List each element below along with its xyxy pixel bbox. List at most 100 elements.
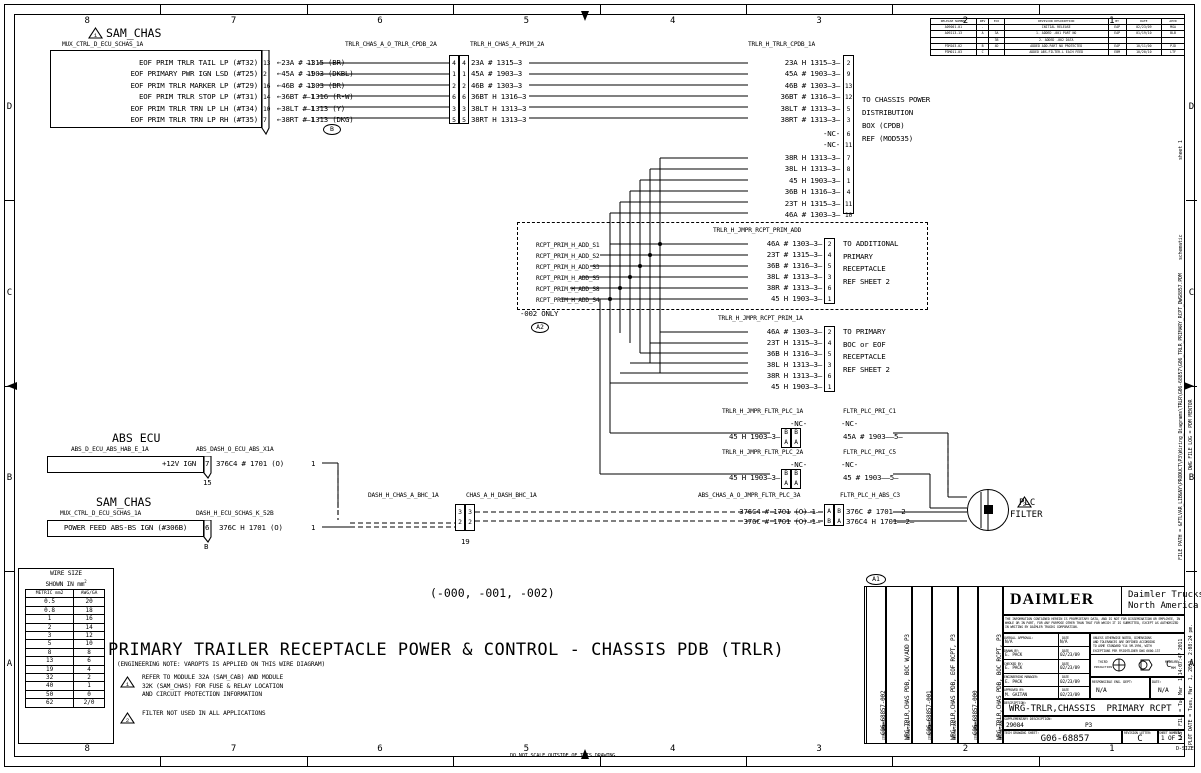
plc-label-right: FLTR_PLC_PRI_C1: [843, 408, 896, 415]
sam-chas-bot-signal: POWER FEED ABS-BS IGN (#306B): [63, 523, 188, 532]
plc-label-left: TRLR_H_JMPR_FLTR_PLC_2A: [722, 449, 804, 456]
mid-conn-pin-right: 4: [462, 59, 466, 67]
sam-chas-top-conn-tab-icon: [261, 50, 270, 136]
rcpt-prim-pin: 1: [827, 383, 832, 391]
sam-chas-top-conn-label: MUX_CTRL_D_ECU_SCHAS_1A: [62, 41, 144, 48]
zone-tick-bottom: [453, 757, 455, 767]
sam-chas-top-signal: EOF PRIM TRLR TAIL LP (#T32): [139, 58, 258, 67]
revision-cell: EBM: [1107, 48, 1127, 57]
cpdb-note: TO CHASSIS POWER DISTRIBUTION BOX (CPDB) RE…: [862, 95, 930, 144]
sam-chas-top-term-num: —1: [306, 80, 315, 90]
rcpt-add-wire: 38R # 1313—3—: [766, 283, 822, 292]
sam-chas-top-term-num: —1: [306, 92, 315, 102]
cpdb-wire: 23A H 1315—3—: [784, 58, 840, 67]
cpdb-pin-bottom: 4: [846, 188, 851, 197]
wire-size-title-2: SHOWN IN mm2: [45, 579, 87, 589]
note-warning-triangle-icon: 1: [120, 676, 135, 688]
rcpt-add-pin: 6: [827, 284, 832, 292]
sam-chas-top-signal: EOF PRIMARY PWR IGN LSD (#T25): [130, 69, 259, 79]
dash-conn-label-right: CHAS_A_H_DASH_BHC_1A: [466, 492, 537, 499]
cpdb-pin: 9: [846, 70, 851, 79]
wire-size-cell: 50: [24, 689, 75, 700]
suppl-value-2: P3: [1085, 722, 1093, 729]
abs-plc-pin-left: A: [827, 508, 831, 515]
wire-size-row: 88: [24, 647, 105, 658]
cpdb-pin: 5: [846, 104, 851, 113]
zone-top-7: 7: [230, 16, 237, 26]
abs-ecu-term: 1: [311, 459, 316, 468]
zone-top-4: 4: [669, 16, 676, 26]
approval-date: 02/23/09: [1060, 666, 1080, 672]
zone-tick-bottom: [745, 757, 747, 767]
proprietary-note: THE INFORMATION CONTAINED HEREIN IS PROP…: [1005, 617, 1180, 629]
cpdb-wire: 38RT # 1313—3—: [780, 115, 841, 124]
plc-nc-right: -NC-: [841, 419, 858, 428]
sam-chas-top-wire: ←38RT # 1313 (DKG): [277, 115, 354, 124]
wire-size-row: 0.5 20: [24, 597, 105, 607]
wire-size-cell: 4: [73, 664, 105, 675]
abs-plc-wire-in: 376C4 # 1701 (O)—1—: [739, 507, 820, 516]
abs-plc-wire-in: 376C # 1701 (O)—1—: [743, 516, 821, 526]
abs-ecu-conn-label-right: ABS_DASH_O_ECU_ABS_X1A: [196, 446, 274, 453]
mid-conn-pin-left: 1: [452, 70, 456, 79]
cpdb-note-line: DISTRIBUTION: [862, 108, 913, 118]
sam-chas-top-signal: EOF PRIM TRLR TRN LP RH (#T35): [130, 115, 259, 124]
sam-chas-bot-pin-sub: B: [204, 542, 209, 551]
wire-size-row: 62 2/0: [24, 698, 105, 708]
zone-right-D: D: [1188, 101, 1195, 112]
rcpt-prim-wire: 38R H 1313—3—: [766, 371, 822, 380]
rcpt-add-wire: 46A # 1303—3—: [766, 239, 822, 248]
zone-tick-bottom: [1038, 757, 1040, 767]
wire-size-row: 19 4: [24, 664, 105, 675]
rcpt-add-note-line: REF SHEET 2: [843, 276, 890, 286]
rcpt-add-left-label: RCPT_PRIM_H_ADD_S2: [536, 253, 600, 260]
tolerance-line: TO ASME STANDARD Y14 5M-1994, WITH: [1093, 644, 1152, 649]
abs-plc-label-right: FLTR_PLC_H_ABS_C3: [840, 492, 900, 499]
svg-text:MM: MM: [1171, 667, 1176, 671]
warning-triangle-icon: 1: [88, 27, 103, 39]
mid-conn-pin-left: 4: [452, 59, 456, 67]
revision-cell: C: [975, 48, 990, 57]
tolerance-line: EXCEPTIONS PER FRIGHTLINER DWG 6600-137: [1093, 648, 1161, 653]
plc-pin-left: B: [784, 429, 788, 436]
zone-left-A: A: [6, 659, 13, 670]
wire-size-cell: 0.8: [24, 605, 75, 616]
zone-right-B: B: [1188, 473, 1195, 484]
wire-size-cell: 2: [24, 622, 75, 633]
cpdb-nc-pin: 6: [846, 130, 851, 138]
title-block-item-number: G06-68857-002: [880, 690, 887, 735]
approval-name: E. PACK: [1005, 653, 1023, 659]
file-path-text: FILE PATH = &FTLVAR_LIB&NY\PRODUCT\P3\Wi…: [1178, 273, 1184, 560]
sam-chas-bot-title: SAM_CHAS: [96, 495, 152, 509]
note-line: REFER TO MODULE 32A (SAM_CAB) AND MODULE: [142, 674, 284, 681]
zone-bottom-4: 4: [669, 744, 676, 754]
dash-pin-right: 2: [468, 517, 472, 526]
approval-divider: [1058, 686, 1059, 700]
zone-left-C: C: [6, 287, 13, 298]
mid-conn-label-left: TRLR_CHAS_A_O_TRLR_CPDB_2A: [345, 41, 437, 48]
sam-chas-top-title: SAM_CHAS: [106, 26, 162, 40]
mid-conn-wire: 36BT H 1316—3: [471, 92, 527, 102]
zone-tick-top: [160, 4, 162, 15]
title-block-desc-value: WRG-TRLR,CHAS PDB, EOF RCPT, P3: [950, 634, 957, 740]
wire-size-cell: 1: [24, 614, 75, 624]
rcpt-prim-label: TRLR_H_JMPR_RCPT_PRIM_1A: [718, 315, 803, 322]
rcpt-prim-wire: 23T H 1315—3—: [766, 338, 822, 347]
approval-name: E. PACK: [1005, 666, 1023, 672]
wire-size-row: 1 16: [24, 614, 105, 624]
plc-pin-left: A: [784, 479, 788, 487]
plc-wire-in: 45 H 1903—3—: [729, 473, 780, 482]
cpdb-wire-bottom: 46A # 1303—3—: [784, 210, 840, 219]
rcpt-add-note-line: TO ADDITIONAL: [843, 239, 899, 248]
approval-name: N/A: [1005, 640, 1013, 645]
abs-ecu-pin-sub: 15: [203, 478, 212, 487]
plc-pin-right: B: [794, 429, 798, 436]
zone-tick-left: [4, 571, 15, 573]
cpdb-pin-bottom: 11: [844, 199, 853, 208]
rcpt-add-left-label: RCPT_PRIM_H_ADD_S8: [536, 286, 600, 293]
plot-date-text: PLOT DATE = Tues, Mar 1, 2011, 2:08:24 p…: [1188, 624, 1194, 745]
rcpt-prim-pin: 6: [827, 372, 832, 380]
cpdb-nc-wire: -NC-: [823, 140, 840, 150]
title-block-item-number: G06-68857-001: [926, 690, 933, 735]
abs-plc-label-left: ABS_CHAS_A_O_JMPR_FLTR_PLC_3A: [698, 492, 801, 499]
